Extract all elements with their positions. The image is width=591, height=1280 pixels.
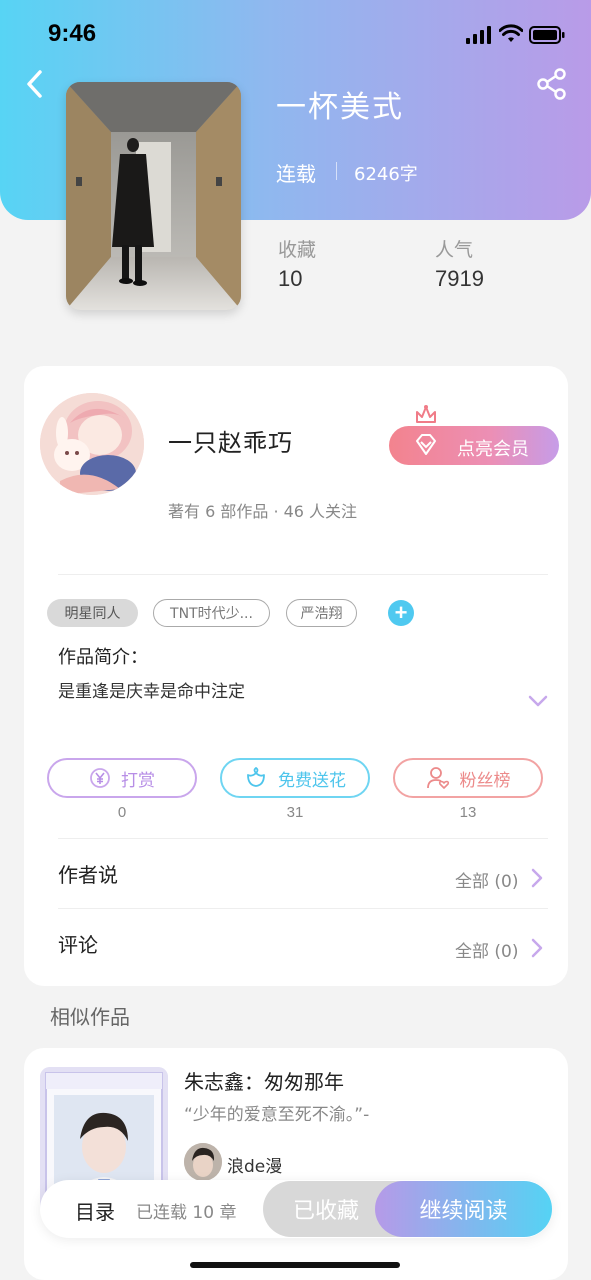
tag-chip[interactable]: 严浩翔 <box>286 599 357 627</box>
chevron-down-icon[interactable] <box>527 694 549 708</box>
table-of-contents-button[interactable]: 目录 <box>75 1196 115 1225</box>
comments-count[interactable]: 全部 (0) <box>455 937 518 962</box>
chevron-right-icon[interactable] <box>530 867 544 889</box>
fans-ranking-button[interactable]: 粉丝榜 <box>393 758 543 798</box>
continue-reading-label: 继续阅读 <box>419 1199 508 1224</box>
author-notes-count[interactable]: 全部 (0) <box>455 867 518 892</box>
intro-label: 作品简介： <box>58 647 148 668</box>
fans-heart-icon <box>426 767 449 789</box>
flower-count: 31 <box>286 804 304 821</box>
share-icon[interactable] <box>535 67 569 101</box>
popularity-count: 7919 <box>435 266 484 291</box>
popularity-label: 人气 <box>435 239 474 261</box>
favorites-label: 收藏 <box>278 239 317 261</box>
similar-section-title: 相似作品 <box>50 1005 130 1029</box>
wifi-icon <box>499 24 523 42</box>
chevron-right-icon[interactable] <box>530 937 544 959</box>
book-cover-image[interactable] <box>66 82 241 310</box>
comments-label[interactable]: 评论 <box>58 929 98 958</box>
back-chevron-icon[interactable] <box>20 66 50 102</box>
similar-work-quote: “少年的爱意至死不渝。”- <box>184 1105 370 1125</box>
similar-author-avatar <box>184 1143 222 1181</box>
fans-ranking-label: 粉丝榜 <box>459 770 511 791</box>
crown-icon <box>416 405 436 423</box>
yen-coin-icon <box>90 768 110 788</box>
fans-count: 13 <box>459 804 477 821</box>
vip-button[interactable]: 点亮会员 <box>389 426 559 465</box>
status-bar: 9:46 <box>0 0 591 70</box>
flower-icon <box>247 767 265 787</box>
send-flower-button[interactable]: 免费送花 <box>220 758 370 798</box>
tag-chip[interactable]: 明星同人 <box>47 599 138 627</box>
reward-count: 0 <box>117 804 127 821</box>
status-time: 9:46 <box>48 20 97 47</box>
reward-button[interactable]: 打赏 <box>47 758 197 798</box>
book-title: 一杯美式 <box>276 90 404 125</box>
add-tag-button[interactable]: + <box>388 600 414 626</box>
status-divider <box>336 162 337 180</box>
author-avatar[interactable] <box>40 393 144 495</box>
vip-button-label: 点亮会员 <box>457 439 529 460</box>
reward-label: 打赏 <box>121 770 155 791</box>
divider <box>58 908 548 909</box>
intro-text: 是重逢是庆幸是命中注定 <box>58 682 245 702</box>
divider <box>58 838 548 839</box>
collected-label: 已收藏 <box>292 1199 359 1224</box>
favorites-count: 10 <box>278 266 303 291</box>
word-count: 6246字 <box>354 164 418 185</box>
author-notes-label[interactable]: 作者说 <box>58 859 118 888</box>
author-name[interactable]: 一只赵乖巧 <box>168 423 293 458</box>
diamond-icon <box>416 434 436 455</box>
home-indicator[interactable] <box>190 1262 400 1268</box>
similar-work-title[interactable]: 朱志鑫：匆匆那年 <box>184 1066 344 1095</box>
author-meta: 著有 6 部作品 · 46 人关注 <box>168 502 358 521</box>
chapter-count[interactable]: 已连载 10 章 <box>136 1198 236 1223</box>
similar-author-name: 浪de漫 <box>227 1157 283 1177</box>
continue-reading-button[interactable]: 继续阅读 <box>375 1181 552 1237</box>
divider <box>58 574 548 575</box>
send-flower-label: 免费送花 <box>278 770 346 791</box>
cellular-signal-icon <box>466 26 491 44</box>
serial-status: 连载 <box>276 162 316 186</box>
battery-icon <box>529 26 565 44</box>
tag-chip[interactable]: TNT时代少... <box>153 599 270 627</box>
